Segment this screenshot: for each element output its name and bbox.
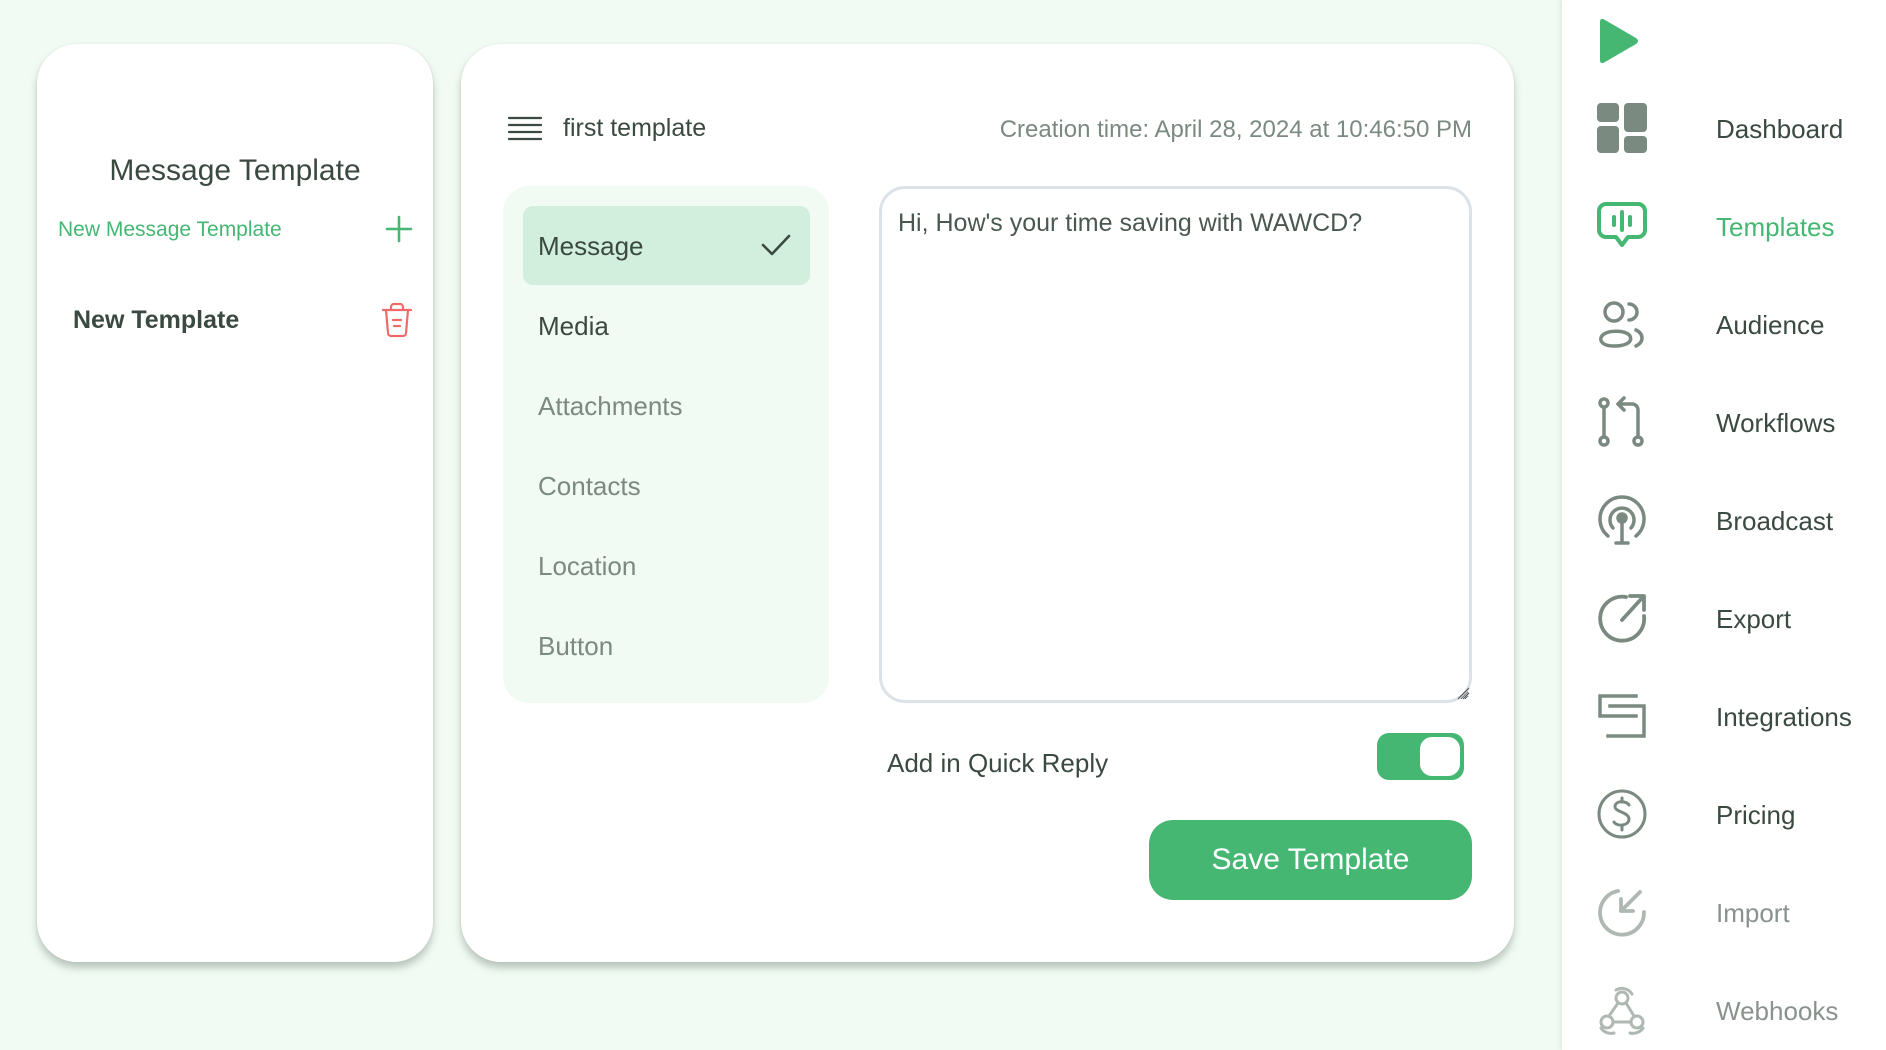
template-list-item[interactable]: New Template [73, 298, 413, 342]
save-template-button[interactable]: Save Template [1149, 820, 1472, 900]
tab-label: Message [538, 231, 644, 261]
nav-label: Integrations [1716, 702, 1852, 732]
dashboard-grid-icon [1597, 103, 1647, 153]
tab-media[interactable]: Media [523, 286, 810, 365]
nav-label: Import [1716, 898, 1790, 928]
sidebar-item-audience[interactable]: Audience [1596, 296, 1876, 352]
template-list-panel: Message Template New Message Template Ne… [37, 44, 433, 962]
sidebar-item-pricing[interactable]: Pricing [1596, 786, 1876, 842]
sidebar-nav: Dashboard Templates Audience Workflows B… [1562, 0, 1886, 1050]
nav-label: Broadcast [1716, 506, 1834, 536]
tab-contacts[interactable]: Contacts [523, 446, 810, 525]
sidebar-item-broadcast[interactable]: Broadcast [1596, 492, 1876, 548]
tab-label: Contacts [538, 471, 641, 501]
tab-label: Media [538, 311, 609, 341]
plus-icon[interactable] [384, 214, 414, 244]
nav-label: Pricing [1716, 800, 1796, 830]
import-arrow-icon [1598, 889, 1646, 937]
tab-label: Button [538, 631, 614, 661]
tab-label: Attachments [538, 391, 683, 421]
hamburger-menu-icon[interactable] [507, 114, 543, 144]
play-logo-icon[interactable] [1596, 16, 1640, 66]
sidebar-item-import[interactable]: Import [1596, 884, 1876, 940]
message-bars-icon [1597, 202, 1647, 247]
sidebar-item-export[interactable]: Export [1596, 590, 1876, 646]
sidebar-item-workflows[interactable]: Workflows [1596, 394, 1876, 450]
new-message-template-button[interactable]: New Message Template [58, 214, 414, 246]
sidebar-item-templates[interactable]: Templates [1596, 198, 1876, 254]
template-name: New Template [73, 306, 240, 334]
nav-label: Export [1716, 604, 1792, 634]
quick-reply-toggle[interactable] [1377, 733, 1464, 780]
users-icon [1599, 301, 1644, 348]
message-textarea[interactable]: Hi, How's your time saving with WAWCD? [879, 186, 1472, 703]
nav-label: Workflows [1716, 408, 1836, 438]
export-arrow-icon [1598, 594, 1647, 643]
template-editor-panel: first template Creation time: April 28, … [461, 44, 1514, 962]
check-icon [761, 234, 791, 256]
tab-attachments[interactable]: Attachments [523, 366, 810, 445]
content-type-tabs: Message Media Attachments Contacts Locat… [503, 186, 829, 703]
creation-time: Creation time: April 28, 2024 at 10:46:5… [999, 116, 1472, 143]
sidebar-item-integrations[interactable]: Integrations [1596, 688, 1876, 744]
tab-message[interactable]: Message [523, 206, 810, 285]
tab-label: Location [538, 551, 637, 581]
webhook-icon [1599, 986, 1645, 1035]
nav-label: Webhooks [1716, 996, 1839, 1026]
trash-icon[interactable] [381, 302, 413, 338]
nav-label: Templates [1716, 212, 1835, 242]
tab-location[interactable]: Location [523, 526, 810, 605]
panel-title: Message Template [109, 154, 361, 187]
broadcast-antenna-icon [1598, 495, 1646, 545]
nav-label: Audience [1716, 310, 1825, 340]
sidebar-item-webhooks[interactable]: Webhooks [1596, 982, 1876, 1038]
dollar-circle-icon [1597, 789, 1647, 839]
toggle-knob [1420, 737, 1460, 776]
quick-reply-label: Add in Quick Reply [887, 748, 1109, 778]
sidebar-item-dashboard[interactable]: Dashboard [1596, 100, 1876, 156]
integrations-icon [1598, 694, 1646, 738]
tab-button[interactable]: Button [523, 606, 810, 685]
nav-label: Dashboard [1716, 114, 1844, 144]
template-name-heading: first template [563, 114, 707, 142]
new-message-template-label: New Message Template [58, 218, 282, 241]
git-pull-request-icon [1598, 396, 1644, 447]
